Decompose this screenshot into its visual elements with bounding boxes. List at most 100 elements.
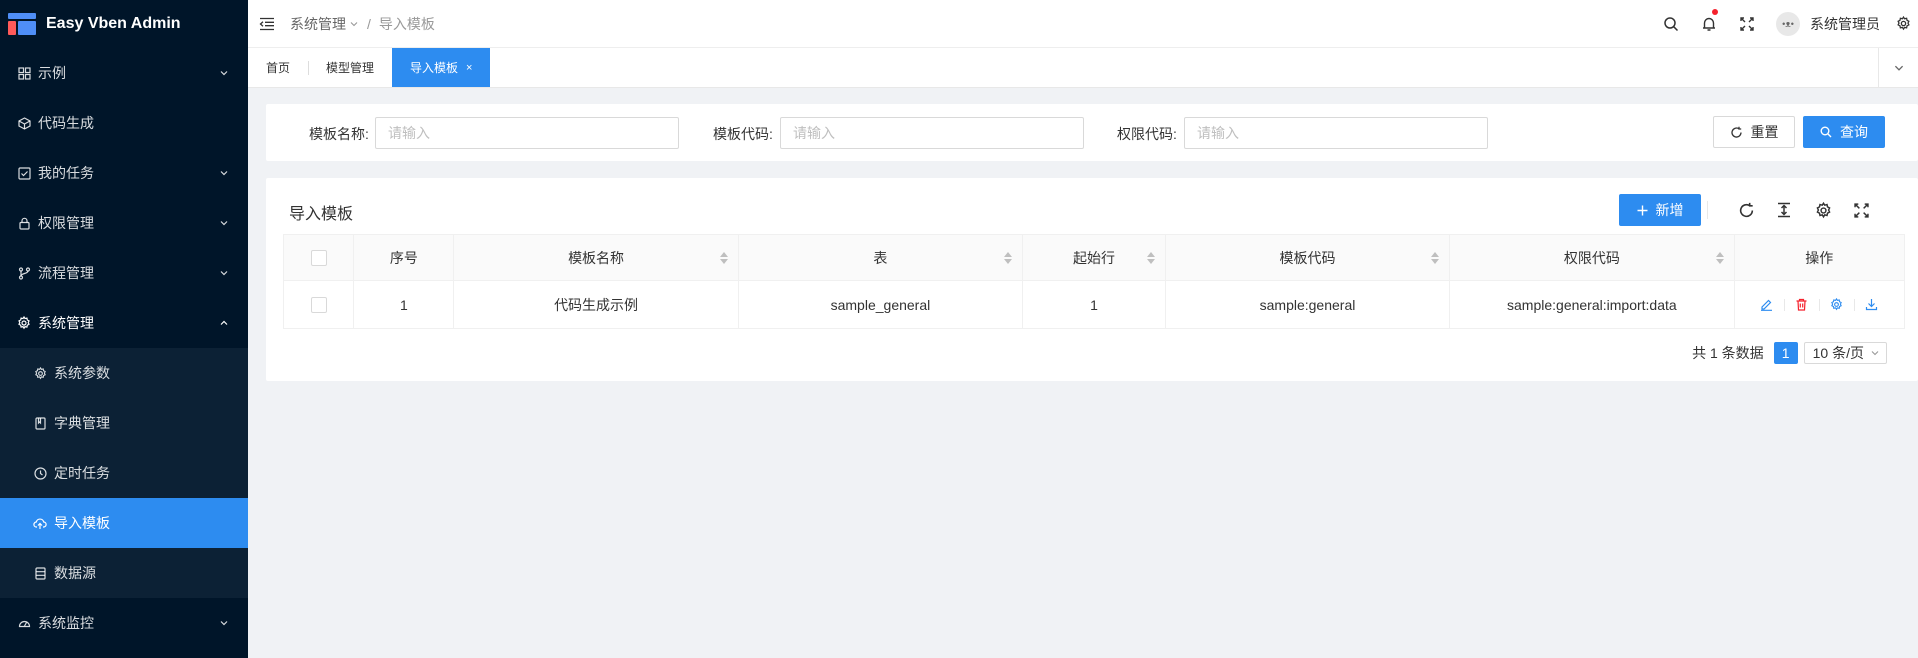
select-all-checkbox[interactable] (310, 250, 327, 267)
column-header-template-code[interactable]: 模板代码 (1164, 234, 1451, 281)
template-name-input[interactable] (375, 117, 679, 149)
menu-fold-icon[interactable] (258, 15, 276, 33)
sort-icon[interactable] (1431, 252, 1440, 264)
sidebar-subitem-import-templates[interactable]: 导入模板 (0, 498, 248, 548)
table-header-row: 序号 模板名称 表 起始行 模板代码 权限代码 操作 (282, 234, 1906, 281)
chevron-down-icon (349, 19, 359, 29)
close-icon[interactable]: × (466, 62, 472, 74)
logo-icon (8, 13, 36, 35)
column-height-icon[interactable] (1769, 195, 1799, 225)
tab-model-management[interactable]: 模型管理 (308, 48, 392, 87)
sidebar-subitem-dictionary[interactable]: 字典管理 (0, 398, 248, 448)
database-icon (32, 565, 48, 581)
avatar: •ᴥ• (1776, 11, 1800, 36)
search-icon[interactable] (1652, 0, 1690, 48)
sidebar-item-label: 代码生成 (38, 115, 94, 131)
table-row: 1 代码生成示例 sample_general 1 sample:general… (282, 280, 1906, 329)
clock-icon (32, 465, 48, 481)
sidebar-subitem-scheduled-tasks[interactable]: 定时任务 (0, 448, 248, 498)
dashboard-icon (16, 615, 32, 631)
sidebar-item-label: 示例 (38, 65, 66, 81)
template-code-input[interactable] (780, 117, 1084, 149)
column-header-permission-code[interactable]: 权限代码 (1449, 234, 1735, 281)
delete-icon[interactable] (1794, 297, 1810, 313)
pagination-total: 共 1 条数据 (1692, 345, 1764, 361)
add-label: 新增 (1655, 202, 1684, 218)
permission-code-label: 权限代码: (1117, 126, 1177, 142)
sidebar-item-label: 数据源 (54, 565, 96, 581)
cube-icon (16, 115, 32, 131)
reload-icon (1730, 126, 1743, 139)
settings-icon[interactable] (1829, 297, 1845, 313)
permission-code-input[interactable] (1184, 117, 1488, 149)
sidebar-subitem-params[interactable]: 系统参数 (0, 348, 248, 398)
column-header-label: 表 (873, 249, 888, 266)
cell-template-name: 代码生成示例 (453, 280, 739, 329)
sidebar-item-workflow[interactable]: 流程管理 (0, 248, 248, 298)
user-dropdown[interactable]: •ᴥ• 系统管理员 (1766, 11, 1888, 36)
cell-start-row: 1 (1022, 280, 1166, 329)
reset-button[interactable]: 重置 (1713, 116, 1795, 148)
query-button[interactable]: 查询 (1803, 116, 1885, 148)
sidebar-item-label: 系统管理 (38, 315, 94, 331)
fullscreen-icon[interactable] (1728, 0, 1766, 48)
chevron-down-icon (218, 167, 230, 179)
sort-icon[interactable] (1146, 252, 1155, 264)
sidebar-subitem-datasource[interactable]: 数据源 (0, 548, 248, 598)
cell-table: sample_general (737, 280, 1024, 329)
setting-icon[interactable] (1808, 195, 1838, 225)
pagination-page-1[interactable]: 1 (1773, 342, 1798, 364)
sidebar-item-label: 导入模板 (54, 515, 110, 531)
tab-home[interactable]: 首页 (248, 48, 308, 87)
breadcrumb-item: 导入模板 (378, 15, 435, 32)
app-logo[interactable]: Easy Vben Admin (0, 0, 248, 48)
chevron-down-icon (218, 67, 230, 79)
sidebar-item-system[interactable]: 系统管理 (0, 298, 248, 348)
column-header-index: 序号 (353, 234, 455, 281)
template-code-label: 模板代码: (713, 126, 773, 142)
bell-icon[interactable] (1690, 0, 1728, 48)
settings-icon[interactable] (1888, 0, 1918, 48)
page-size-select[interactable]: 10 条/页 (1803, 342, 1887, 364)
system-submenu: 系统参数 字典管理 定时任务 导入模板 数据源 (0, 348, 248, 598)
sort-icon[interactable] (1004, 252, 1013, 264)
sidebar-item-monitor[interactable]: 系统监控 (0, 598, 248, 648)
sidebar-item-label: 系统参数 (54, 365, 110, 381)
row-checkbox[interactable] (310, 297, 327, 314)
sidebar-item-permissions[interactable]: 权限管理 (0, 198, 248, 248)
lock-icon (16, 215, 32, 231)
chevron-up-icon (218, 317, 230, 329)
column-header-start-row[interactable]: 起始行 (1022, 234, 1166, 281)
select-all-cell (282, 234, 355, 281)
sidebar-item-codegen[interactable]: 代码生成 (0, 98, 248, 148)
sidebar-item-examples[interactable]: 示例 (0, 48, 248, 98)
row-select-cell (282, 280, 355, 329)
column-header-table[interactable]: 表 (737, 234, 1024, 281)
tab-label: 导入模板 (410, 61, 459, 75)
sort-icon[interactable] (719, 252, 728, 264)
tab-import-templates[interactable]: 导入模板 × (392, 48, 491, 87)
checkbox-icon (16, 165, 32, 181)
cell-actions (1733, 280, 1906, 329)
column-header-label: 模板名称 (568, 249, 625, 266)
add-button[interactable]: 新增 (1619, 194, 1701, 226)
query-label: 查询 (1840, 124, 1868, 140)
fullscreen-icon[interactable] (1846, 195, 1876, 225)
toolbar-divider (1707, 201, 1708, 219)
refresh-icon[interactable] (1731, 195, 1761, 225)
tab-label: 模型管理 (326, 61, 375, 75)
notification-dot (1712, 8, 1718, 15)
data-table: 序号 模板名称 表 起始行 模板代码 权限代码 操作 1 代码生成示例 samp… (282, 234, 1906, 329)
sidebar-item-my-tasks[interactable]: 我的任务 (0, 148, 248, 198)
download-icon[interactable] (1864, 297, 1880, 313)
sort-icon[interactable] (1715, 252, 1724, 264)
sidebar-item-label: 定时任务 (54, 465, 110, 481)
cloud-upload-icon (32, 515, 48, 531)
chevron-down-icon (1893, 62, 1905, 74)
tab-more-dropdown[interactable] (1878, 48, 1918, 88)
column-header-template-name[interactable]: 模板名称 (453, 234, 739, 281)
column-header-label: 起始行 (1072, 249, 1115, 266)
breadcrumb-item[interactable]: 系统管理 (290, 14, 346, 34)
sidebar-item-label: 流程管理 (38, 265, 94, 281)
edit-icon[interactable] (1759, 297, 1775, 313)
